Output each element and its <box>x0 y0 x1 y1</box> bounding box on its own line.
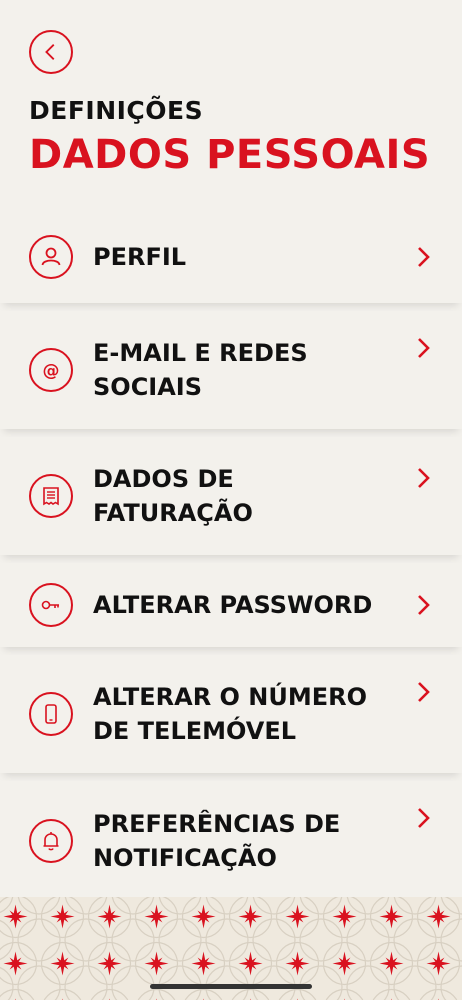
key-icon <box>29 583 73 627</box>
menu-item-label: ALTERAR PASSWORD <box>93 591 373 619</box>
page-title: DADOS PESSOAIS <box>29 132 431 178</box>
at-icon: @ <box>29 348 73 392</box>
menu-item-email-social[interactable]: @ E-MAIL E REDES SOCIAIS <box>0 311 462 429</box>
home-indicator[interactable] <box>150 984 312 989</box>
chevron-right-icon <box>418 468 430 488</box>
phone-icon <box>29 692 73 736</box>
receipt-icon <box>29 474 73 518</box>
settings-menu: PERFIL @ E-MAIL E REDES SOCIAIS DADOS DE… <box>0 211 462 909</box>
chevron-right-icon <box>418 338 430 358</box>
menu-item-change-phone[interactable]: ALTERAR O NÚMERO DE TELEMÓVEL <box>0 655 462 773</box>
menu-item-profile[interactable]: PERFIL <box>0 211 462 303</box>
chevron-right-icon <box>418 808 430 828</box>
user-icon <box>29 235 73 279</box>
menu-item-billing[interactable]: DADOS DE FATURAÇÃO <box>0 437 462 555</box>
page-subtitle: DEFINIÇÕES <box>29 96 204 125</box>
menu-item-label: E-MAIL E REDES SOCIAIS <box>93 339 308 401</box>
bell-icon <box>29 819 73 863</box>
menu-item-change-password[interactable]: ALTERAR PASSWORD <box>0 563 462 647</box>
menu-item-label: PREFERÊNCIAS DE NOTIFICAÇÃO <box>93 810 341 872</box>
back-button[interactable] <box>29 30 73 74</box>
chevron-left-icon <box>45 44 55 60</box>
menu-item-label: DADOS DE FATURAÇÃO <box>93 465 253 527</box>
menu-item-label: ALTERAR O NÚMERO DE TELEMÓVEL <box>93 683 368 745</box>
menu-item-label: PERFIL <box>93 243 187 271</box>
menu-item-notification-prefs[interactable]: PREFERÊNCIAS DE NOTIFICAÇÃO <box>0 781 462 901</box>
chevron-right-icon <box>418 247 430 267</box>
chevron-right-icon <box>418 595 430 615</box>
svg-text:@: @ <box>43 361 60 381</box>
chevron-right-icon <box>418 682 430 702</box>
